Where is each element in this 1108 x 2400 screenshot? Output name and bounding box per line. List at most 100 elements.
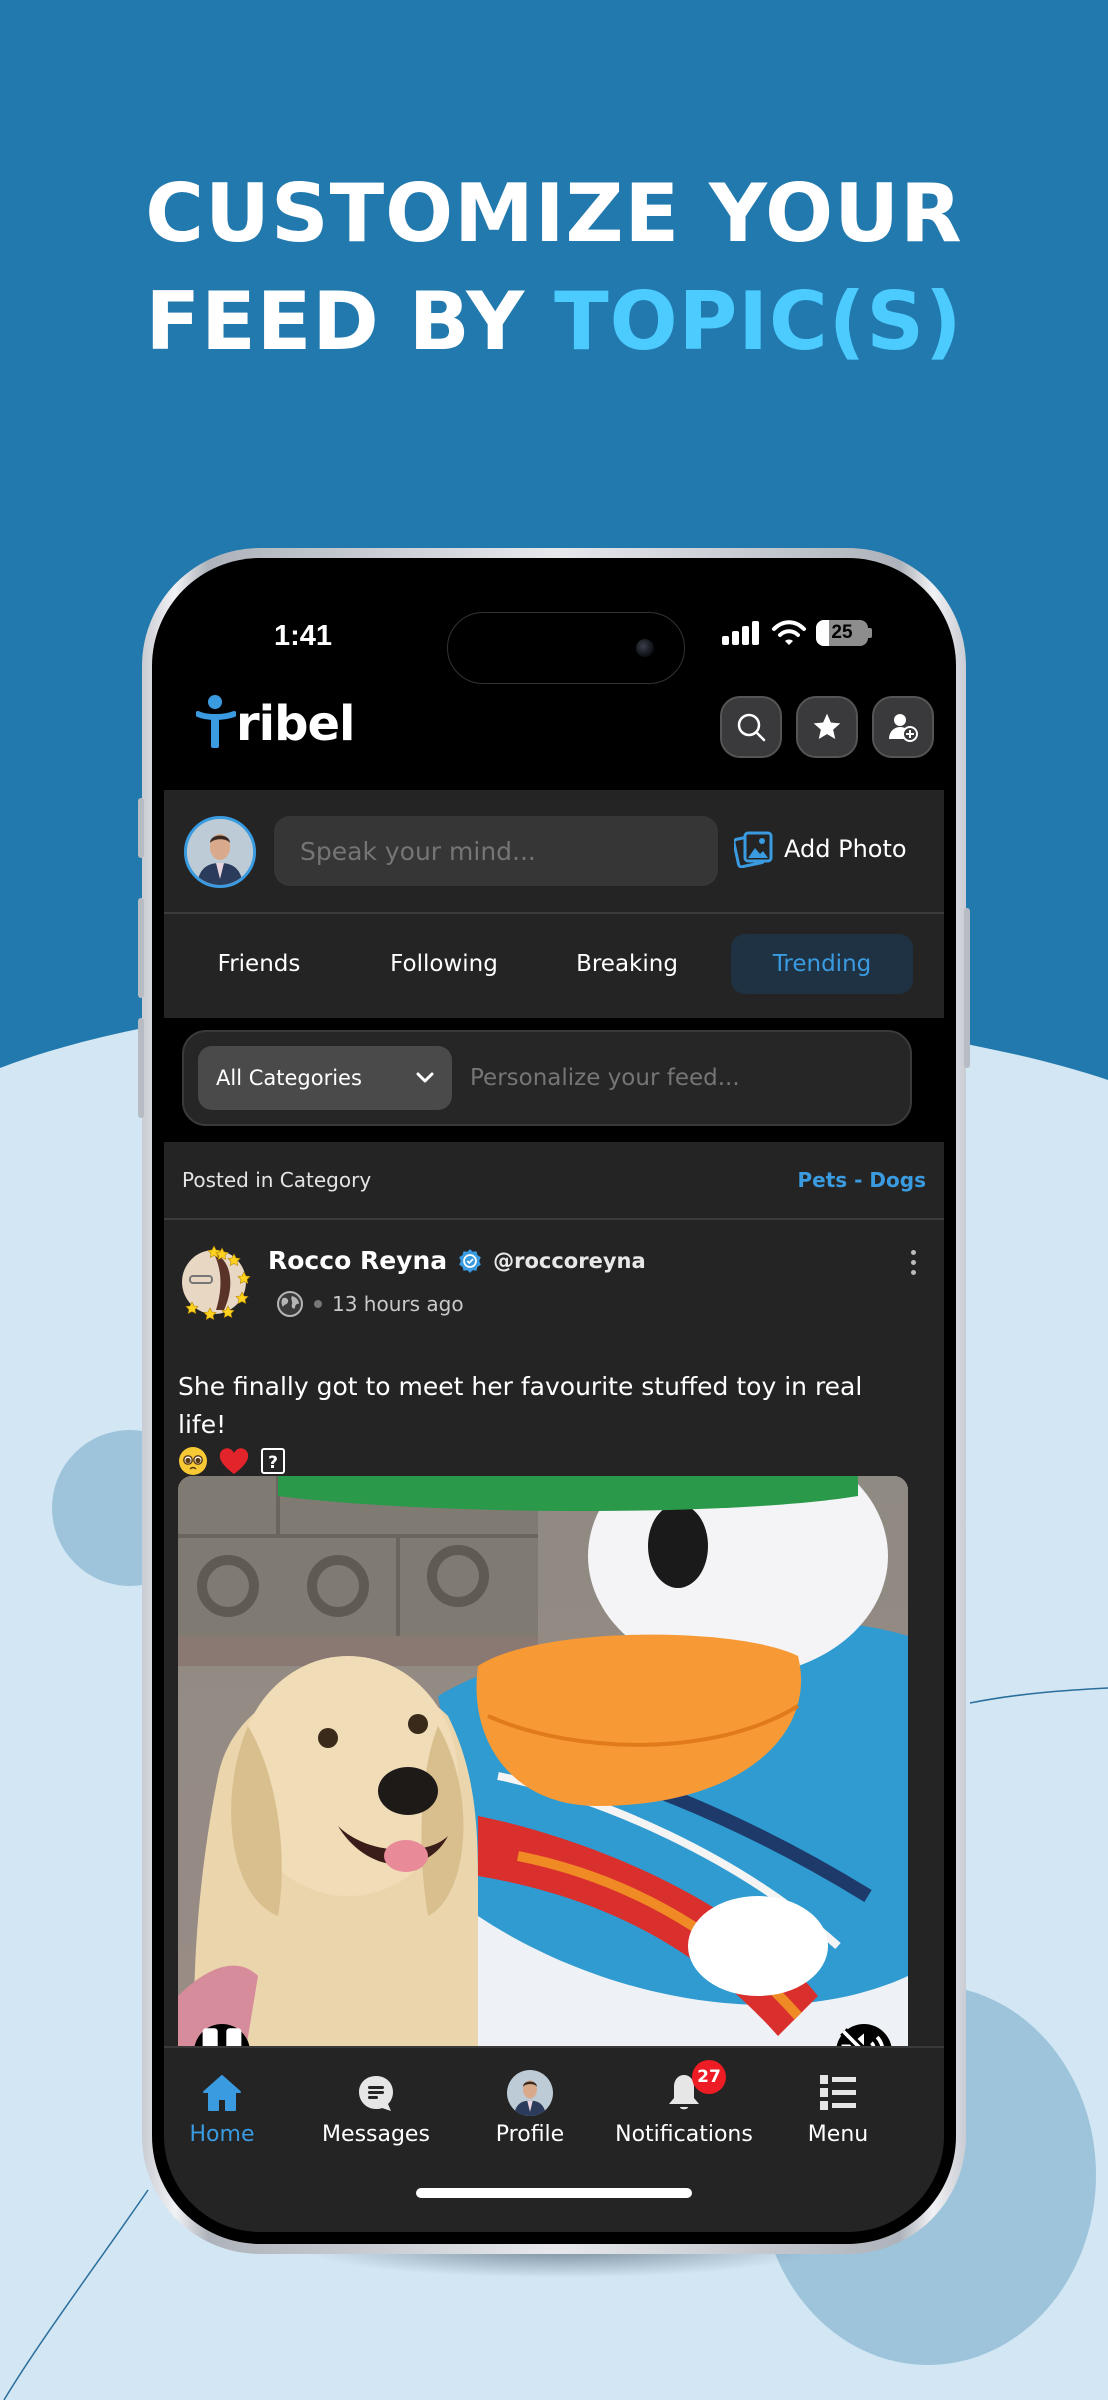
globe-icon (277, 1291, 303, 1317)
kebab-dot (911, 1250, 916, 1255)
nav-menu-icon-wrap (818, 2070, 858, 2116)
add-friend-button[interactable] (872, 696, 934, 758)
nav-home[interactable]: Home (164, 2070, 292, 2147)
tab-following[interactable]: Following (364, 934, 524, 994)
signal-icon (722, 621, 759, 645)
nav-notifications-label: Notifications (615, 2122, 753, 2147)
battery-level: 25 (831, 622, 853, 643)
meta-separator (314, 1300, 322, 1308)
tab-breaking[interactable]: Breaking (547, 934, 707, 994)
tribel-logo-icon (196, 695, 236, 748)
category-dropdown[interactable]: All Categories (198, 1046, 452, 1110)
post-category-divider (164, 1218, 944, 1220)
headline-line-1: CUSTOMIZE YOUR (145, 167, 963, 260)
post-emojis: ? (178, 1446, 898, 1476)
user-plus-icon (889, 714, 918, 742)
tribel-logo[interactable]: ribel (196, 694, 355, 750)
nav-menu-label: Menu (807, 2122, 869, 2147)
post-author: Rocco Reyna @roccoreyna (268, 1246, 646, 1275)
post-body: She finally got to meet her favourite st… (178, 1368, 898, 1476)
nav-profile[interactable]: Profile (460, 2070, 600, 2147)
author-name[interactable]: Rocco Reyna (268, 1246, 447, 1275)
battery-body: 25 (816, 620, 868, 646)
post-options-button[interactable] (911, 1250, 916, 1275)
menu-list-icon (820, 2075, 856, 2110)
search-icon (737, 713, 766, 742)
post-composer: Add Photo (164, 790, 944, 912)
status-time: 1:41 (274, 620, 333, 652)
home-indicator[interactable] (416, 2188, 692, 2198)
app-header: ribel (164, 680, 944, 776)
author-avatar[interactable] (176, 1244, 252, 1321)
unknown-glyph-icon: ? (261, 1448, 285, 1474)
post-meta: 13 hours ago (276, 1290, 464, 1318)
headline-accent: TOPIC(S) (554, 275, 963, 368)
nav-profile-label: Profile (495, 2122, 565, 2147)
nav-home-icon-wrap (202, 2070, 242, 2116)
add-photo-label: Add Photo (784, 835, 907, 863)
post-category-label: Posted in Category (182, 1168, 372, 1192)
feed-post: Posted in Category Pets - Dogs Rocco Rey… (164, 1142, 944, 2102)
author-handle[interactable]: @roccoreyna (493, 1249, 646, 1273)
battery-icon: 25 (816, 620, 872, 646)
phone-action-button (138, 798, 144, 858)
nav-profile-icon-wrap (507, 2070, 553, 2116)
video-frame (178, 1476, 908, 2098)
personalize-feed-input[interactable] (470, 1058, 890, 1098)
status-bar: 1:41 25 (164, 570, 944, 684)
nav-messages-label: Messages (322, 2122, 430, 2147)
message-icon (359, 2076, 393, 2111)
phone-volume-down (138, 1018, 144, 1118)
profile-avatar (507, 2070, 553, 2116)
phone-frame: 1:41 25 ribel Speak your mind... Add Pho… (138, 548, 970, 2254)
nav-home-label: Home (189, 2122, 255, 2147)
headline-line-2: FEED BY TOPIC(S) (0, 268, 1108, 376)
verified-badge-icon (459, 1248, 481, 1273)
add-photo-button[interactable]: Add Photo (734, 830, 907, 868)
phone-screen: 1:41 25 ribel Speak your mind... Add Pho… (164, 570, 944, 2232)
logo-text: ribel (236, 696, 355, 752)
header-actions (720, 696, 934, 758)
post-category-bar: Posted in Category Pets - Dogs (164, 1142, 944, 1218)
phone-bezel: 1:41 25 ribel Speak your mind... Add Pho… (152, 558, 956, 2244)
camera-icon (636, 639, 654, 657)
star-icon (813, 713, 841, 739)
bottom-navigation: Home Messages Profile 27 Notifications M… (164, 2046, 944, 2232)
post-time: 13 hours ago (332, 1292, 464, 1316)
notifications-badge: 27 (692, 2060, 726, 2094)
favorites-button[interactable] (796, 696, 858, 758)
tab-friends[interactable]: Friends (184, 934, 334, 994)
search-button[interactable] (720, 696, 782, 758)
phone-volume-up (138, 898, 144, 998)
speak-your-mind-input[interactable] (274, 816, 718, 886)
wifi-icon (772, 620, 806, 645)
author-avatar-image (182, 1245, 251, 1321)
headline-line-2-prefix: FEED BY (145, 275, 555, 368)
nav-messages[interactable]: Messages (306, 2070, 446, 2147)
nav-notifications-icon-wrap: 27 (666, 2060, 726, 2116)
kebab-dot (911, 1260, 916, 1265)
category-dropdown-value: All Categories (216, 1066, 362, 1090)
chevron-down-icon (416, 1072, 434, 1083)
post-video[interactable] (178, 1476, 908, 2098)
nav-messages-icon-wrap (356, 2070, 396, 2116)
unknown-glyph-text: ? (268, 1453, 278, 1473)
kebab-dot (911, 1270, 916, 1275)
battery-fill (816, 620, 829, 646)
photo-icon (734, 831, 773, 868)
battery-tip (868, 628, 872, 638)
tab-trending[interactable]: Trending (731, 934, 913, 994)
feed-filter: All Categories (182, 1030, 912, 1126)
home-icon (203, 2075, 241, 2111)
status-icons: 25 (722, 620, 872, 646)
nav-notifications[interactable]: 27 Notifications (614, 2060, 754, 2147)
user-avatar-image (187, 819, 253, 885)
marketing-headline: CUSTOMIZE YOUR FEED BY TOPIC(S) (0, 160, 1108, 376)
post-category-link[interactable]: Pets - Dogs (798, 1168, 926, 1192)
pleading-face-emoji-icon (179, 1447, 207, 1475)
nav-menu[interactable]: Menu (768, 2070, 908, 2147)
feed-tabs: Friends Following Breaking Trending (164, 914, 944, 1018)
red-heart-emoji-icon (219, 1448, 249, 1474)
user-avatar[interactable] (184, 816, 256, 888)
phone-power-button (964, 908, 970, 1068)
